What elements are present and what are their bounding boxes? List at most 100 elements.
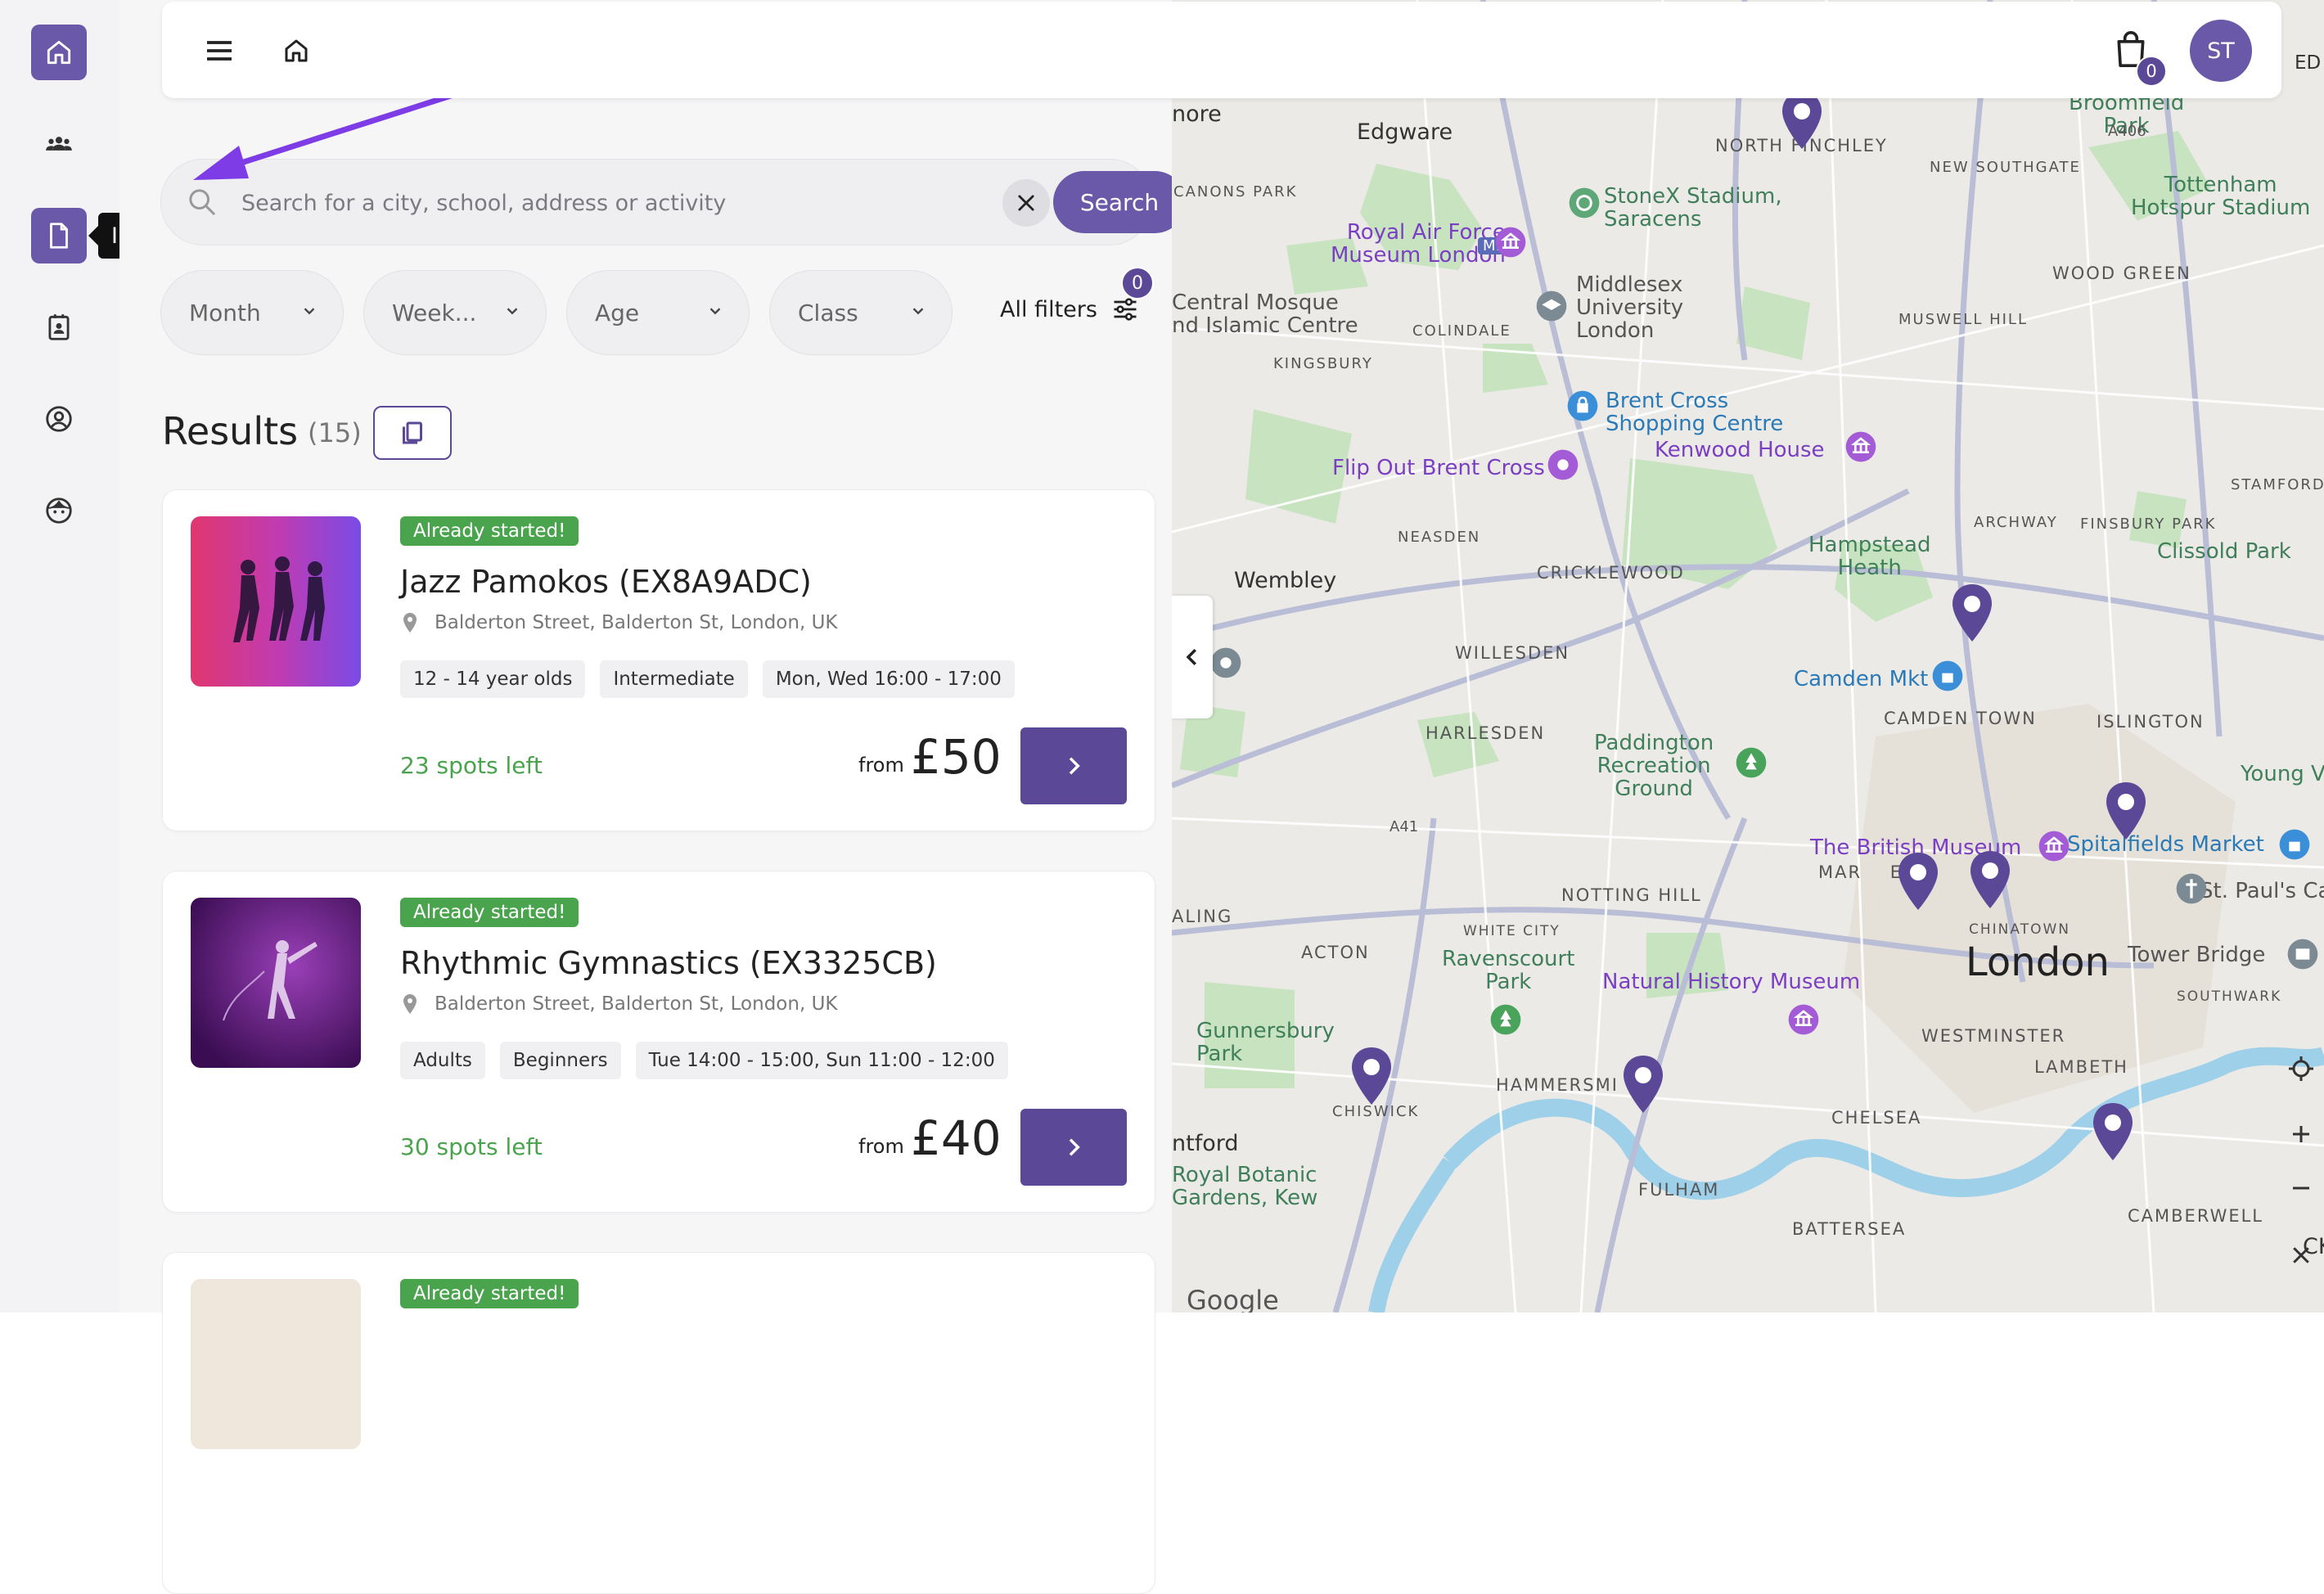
map-label: NEASDEN (1398, 529, 1481, 546)
park-poi-icon (1490, 1004, 1521, 1035)
age-tag: 12 - 14 year olds (400, 660, 586, 698)
map-label: KINGSBURY (1273, 355, 1373, 372)
all-filters-button[interactable]: All filters (1000, 291, 1140, 327)
open-class-button[interactable] (1020, 727, 1127, 804)
map-label: Spitalfields Market (2067, 832, 2264, 857)
map-label: WESTMINSTER (1921, 1026, 2066, 1046)
map-label: FINSBURY PARK (2080, 516, 2217, 533)
nav-contacts-button[interactable] (31, 299, 87, 355)
avatar[interactable]: ST (2190, 20, 2252, 82)
spots-left: 30 spots left (400, 1133, 543, 1160)
edge-text: ED (2295, 52, 2322, 74)
map-label: Wembley (1234, 568, 1337, 593)
class-location-pin[interactable] (1620, 1054, 1666, 1114)
filter-month-dropdown[interactable]: Month (160, 270, 344, 355)
map-label: CRICKLEWOOD (1537, 563, 1685, 583)
filter-week-dropdown[interactable]: Week... (363, 270, 547, 355)
price: £40 (911, 1110, 1002, 1166)
map-label: HAMMERSMI (1496, 1075, 1619, 1095)
map-view[interactable]: nore Edgware NORTH FINCHLEY NEW SOUTHGAT… (1172, 0, 2324, 1313)
clear-search-button[interactable] (1002, 179, 1050, 227)
cart-count-badge: 0 (2136, 56, 2167, 87)
home-icon (47, 40, 71, 65)
class-location-pin[interactable] (1949, 583, 1995, 643)
class-location-pin[interactable] (2090, 1101, 2136, 1162)
collapse-map-button[interactable] (1172, 596, 1213, 718)
shopping-poi-icon (1932, 660, 1963, 691)
museum-poi-icon (1845, 431, 1876, 462)
map-label: BATTERSEA (1792, 1219, 1907, 1239)
zoom-in-button[interactable] (2278, 1111, 2324, 1157)
close-icon (2293, 1247, 2309, 1263)
zoom-out-button[interactable] (2278, 1165, 2324, 1211)
map-label: WILLESDEN (1455, 643, 1570, 663)
schedule-tag: Tue 14:00 - 15:00, Sun 11:00 - 12:00 (635, 1042, 1008, 1079)
map-label: Tottenham Hotspur Stadium (2131, 173, 2311, 220)
map-label: nore (1172, 101, 1222, 127)
status-badge: Already started! (400, 516, 579, 546)
class-location-pin[interactable] (1895, 851, 1941, 912)
search-button[interactable]: Search (1053, 171, 1186, 233)
class-card[interactable]: Already started! (162, 1252, 1155, 1594)
filter-label: Week... (392, 299, 477, 326)
map-label: Tower Bridge (2128, 943, 2266, 967)
worship-poi-icon (1210, 647, 1241, 678)
map-label: CANONS PARK (1173, 183, 1298, 200)
minus-icon (2293, 1186, 2309, 1190)
cart-button[interactable]: 0 (2113, 29, 2167, 87)
landmark-poi-icon (2287, 939, 2318, 970)
close-map-button[interactable] (2278, 1232, 2324, 1278)
map-label: Edgware (1357, 119, 1453, 145)
filter-class-dropdown[interactable]: Class (769, 270, 953, 355)
map-label: LAMBETH (2034, 1057, 2128, 1077)
map-label: COLINDALE (1412, 322, 1511, 340)
road-label: A406 (2108, 123, 2146, 140)
active-filters-badge: 0 (1121, 267, 1154, 299)
chevron-left-icon (1186, 649, 1196, 665)
nav-invoices-button[interactable] (31, 208, 87, 263)
chevron-down-icon (912, 308, 924, 315)
map-label: Paddington Recreation Ground (1594, 731, 1714, 801)
document-icon (50, 223, 68, 249)
map-label: SOUTHWARK (2177, 988, 2282, 1005)
map-label: WOOD GREEN (2052, 263, 2191, 283)
chevron-down-icon (304, 308, 315, 315)
map-label: St. Paul's Ca (2200, 879, 2324, 903)
my-location-button[interactable] (2278, 1046, 2324, 1092)
class-card[interactable]: Already started! Jazz Pamokos (EX8A9ADC)… (162, 489, 1155, 831)
top-bar: 0 ST (162, 2, 2281, 98)
nav-kids-button[interactable] (31, 483, 87, 538)
nav-groups-button[interactable] (31, 116, 87, 172)
menu-button[interactable] (200, 31, 239, 70)
class-location-pin[interactable] (2103, 781, 2149, 841)
map-label: CAMDEN TOWN (1884, 709, 2037, 728)
university-poi-icon (1536, 290, 1567, 322)
filter-age-dropdown[interactable]: Age (566, 270, 750, 355)
hamburger-icon (207, 41, 232, 61)
class-location-pin[interactable] (1967, 849, 2013, 910)
view-toggle-button[interactable] (373, 406, 452, 460)
map-label: MUSWELL HILL (1898, 311, 2028, 328)
copy-icon (403, 421, 422, 444)
nav-profile-button[interactable] (31, 391, 87, 447)
spots-left: 23 spots left (400, 752, 543, 779)
class-card[interactable]: Already started! Rhythmic Gymnastics (EX… (162, 871, 1155, 1213)
map-label: Natural History Museum (1602, 970, 1861, 994)
nav-home-button[interactable] (31, 25, 87, 80)
map-label: Royal Botanic Gardens, Kew (1172, 1163, 1318, 1210)
location-text: Balderton Street, Balderton St, London, … (435, 993, 838, 1015)
home-button[interactable] (277, 31, 316, 70)
class-location: Balderton Street, Balderton St, London, … (400, 993, 838, 1015)
map-label: CAMBERWELL (2128, 1206, 2263, 1226)
class-location-pin[interactable] (1779, 90, 1825, 151)
status-badge: Already started! (400, 1279, 579, 1308)
museum-poi-icon (1788, 1004, 1819, 1035)
dancers-image (191, 516, 361, 687)
open-class-button[interactable] (1020, 1109, 1127, 1186)
class-thumbnail (191, 1279, 361, 1449)
class-location-pin[interactable] (1349, 1046, 1394, 1106)
map-label: Clissold Park (2157, 539, 2291, 564)
google-logo: Google (1187, 1285, 1279, 1313)
map-label: London (1966, 939, 2110, 985)
filter-label: Age (595, 299, 640, 326)
